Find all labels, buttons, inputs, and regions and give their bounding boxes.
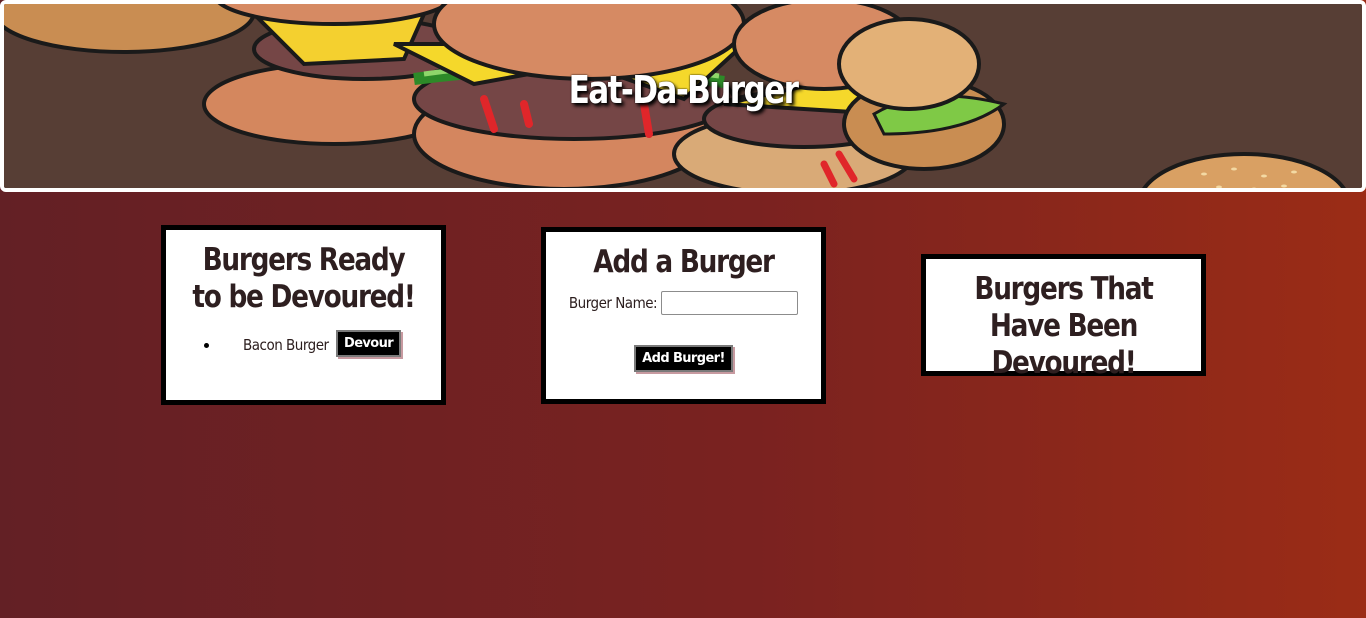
add-burger-title: Add a Burger [593,244,775,280]
burger-name-input[interactable] [661,291,799,315]
header-banner: Eat-Da-Burger [0,0,1366,192]
ready-burgers-list: Bacon Burger Devour [166,330,441,366]
ready-burgers-card: Burgers Ready to be Devoured! Bacon Burg… [161,225,446,405]
list-item: Bacon Burger Devour [166,330,441,366]
add-burger-row: Add Burger! [546,345,821,372]
page-title: Eat-Da-Burger [568,68,799,112]
burger-name-row: Burger Name: [546,291,821,315]
devoured-burgers-title: Burgers That Have Been Devoured! [974,271,1154,381]
add-burger-button[interactable]: Add Burger! [634,345,733,372]
devour-button[interactable]: Devour [336,330,402,357]
burger-name: Bacon Burger [243,336,329,354]
ready-burgers-title: Burgers Ready to be Devoured! [192,242,415,315]
add-burger-card: Add a Burger Burger Name: Add Burger! [541,227,826,404]
bullet-icon [204,343,209,348]
burger-name-label: Burger Name: [568,294,658,312]
devoured-burgers-card: Burgers That Have Been Devoured! [921,254,1206,381]
